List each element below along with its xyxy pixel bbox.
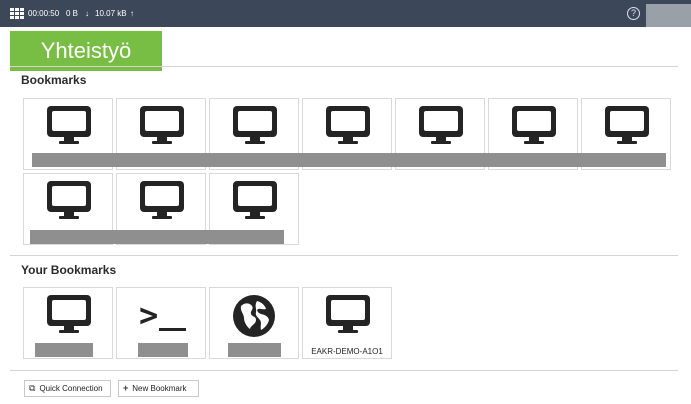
monitor-icon	[47, 181, 91, 219]
external-link-icon: ⧉	[29, 383, 36, 393]
upload-arrow-icon: ↑	[130, 9, 134, 18]
monitor-icon	[140, 106, 184, 144]
terminal-icon: >	[139, 297, 187, 337]
monitor-icon	[233, 106, 277, 144]
your-bookmark-tile[interactable]: >	[116, 287, 206, 359]
monitor-icon	[47, 106, 91, 144]
redacted-label-bar	[32, 153, 666, 167]
redacted-label-bar	[30, 230, 284, 244]
quick-connection-button[interactable]: ⧉ Quick Connection	[24, 380, 111, 397]
apps-grid-icon[interactable]	[10, 8, 25, 19]
redacted-label	[35, 343, 93, 357]
bookmark-label: EAKR-DEMO-A1O1	[311, 347, 383, 356]
monitor-icon	[233, 181, 277, 219]
monitor-icon	[419, 106, 463, 144]
divider	[10, 66, 678, 67]
redacted-label	[138, 343, 188, 357]
monitor-icon	[326, 295, 370, 333]
divider	[10, 370, 678, 371]
plus-icon: +	[123, 383, 129, 393]
download-arrow-icon: ↓	[85, 9, 89, 18]
help-icon[interactable]: ?	[627, 7, 640, 20]
monitor-icon	[140, 181, 184, 219]
download-amount: 0 B	[66, 9, 79, 18]
globe-icon	[233, 295, 275, 337]
your-bookmarks-heading: Your Bookmarks	[21, 263, 117, 277]
your-bookmark-tile[interactable]: EAKR-DEMO-A1O1	[302, 287, 392, 359]
divider	[10, 255, 678, 256]
monitor-icon	[512, 106, 556, 144]
monitor-icon	[47, 295, 91, 333]
top-bar: 00:00:50 0 B ↓ 10.07 kB ↑ ?	[0, 0, 691, 27]
user-menu[interactable]	[646, 4, 691, 27]
monitor-icon	[326, 106, 370, 144]
bookmarks-heading: Bookmarks	[21, 73, 87, 87]
monitor-icon	[605, 106, 649, 144]
your-bookmark-tile[interactable]	[23, 287, 113, 359]
brand-logo: Yhteistyö	[10, 31, 162, 71]
your-bookmark-tile[interactable]	[209, 287, 299, 359]
redacted-label	[228, 343, 281, 357]
new-bookmark-button[interactable]: + New Bookmark	[118, 380, 199, 397]
session-timer: 00:00:50	[28, 9, 60, 18]
upload-amount: 10.07 kB	[95, 9, 127, 18]
